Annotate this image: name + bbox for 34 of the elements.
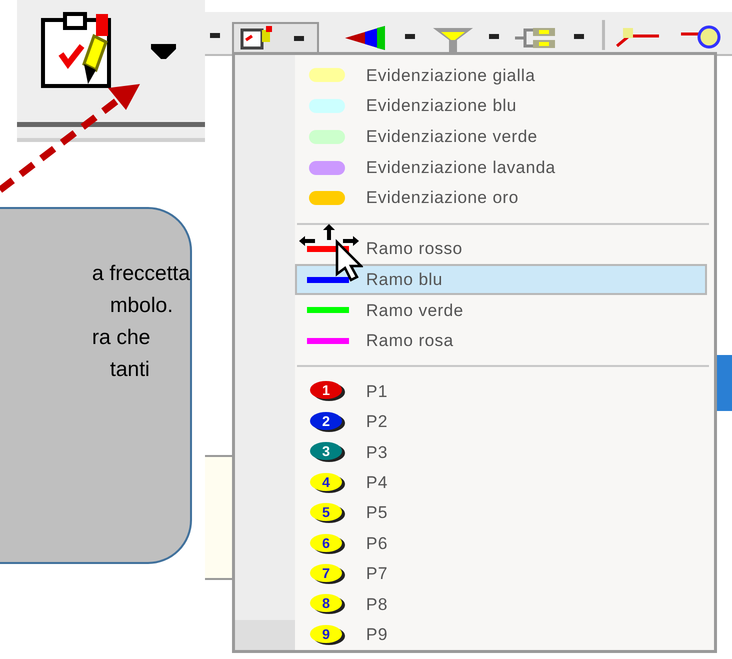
menu-item[interactable]: Ramo rosa <box>295 326 711 356</box>
menu-item[interactable]: 2 P2 <box>295 406 711 438</box>
menu-item[interactable]: Evidenziazione oro <box>295 182 711 214</box>
menu-item[interactable]: 7 P7 <box>295 558 711 590</box>
pressed-toolbar-button[interactable] <box>232 22 319 54</box>
menu-item[interactable]: 9 P9 <box>295 620 711 650</box>
branch-line-icon[interactable] <box>615 26 661 48</box>
menu-item[interactable]: Ramo blu <box>295 264 707 295</box>
clipboard-pen-icon <box>240 26 274 50</box>
line-swatch <box>305 276 349 283</box>
caret-icon <box>294 36 304 40</box>
menu-item[interactable]: Evidenziazione gialla <box>295 60 711 91</box>
menu-item[interactable]: Evidenziazione blu <box>295 90 711 122</box>
callout-text: a freccetta <box>92 261 190 287</box>
menu-item[interactable]: 4 P4 <box>295 468 711 498</box>
menu-item[interactable]: Evidenziazione verde <box>295 121 711 152</box>
callout-text: mbolo. <box>110 293 174 319</box>
menu-item[interactable]: Evidenziazione lavanda <box>295 152 711 183</box>
line-swatch <box>305 338 349 344</box>
line-swatch <box>305 307 349 314</box>
callout-text: tanti <box>110 357 150 383</box>
menu-item[interactable]: 5 P5 <box>295 498 711 528</box>
menu-gutter-block <box>235 620 295 650</box>
move-cursor-icon <box>297 222 363 284</box>
color-triangle-icon[interactable] <box>345 26 385 50</box>
callout-text: ra che <box>92 325 150 351</box>
menu-item[interactable]: 3 P3 <box>295 437 711 468</box>
menu-item[interactable]: 1 P1 <box>295 376 711 407</box>
menu-item[interactable]: 6 P6 <box>295 528 711 559</box>
caret-icon[interactable] <box>151 44 176 59</box>
side-panel <box>716 355 732 411</box>
menu-item[interactable]: Ramo verde <box>295 294 711 326</box>
connector-icon[interactable] <box>515 26 557 50</box>
menu-item[interactable]: 8 P8 <box>295 589 711 620</box>
